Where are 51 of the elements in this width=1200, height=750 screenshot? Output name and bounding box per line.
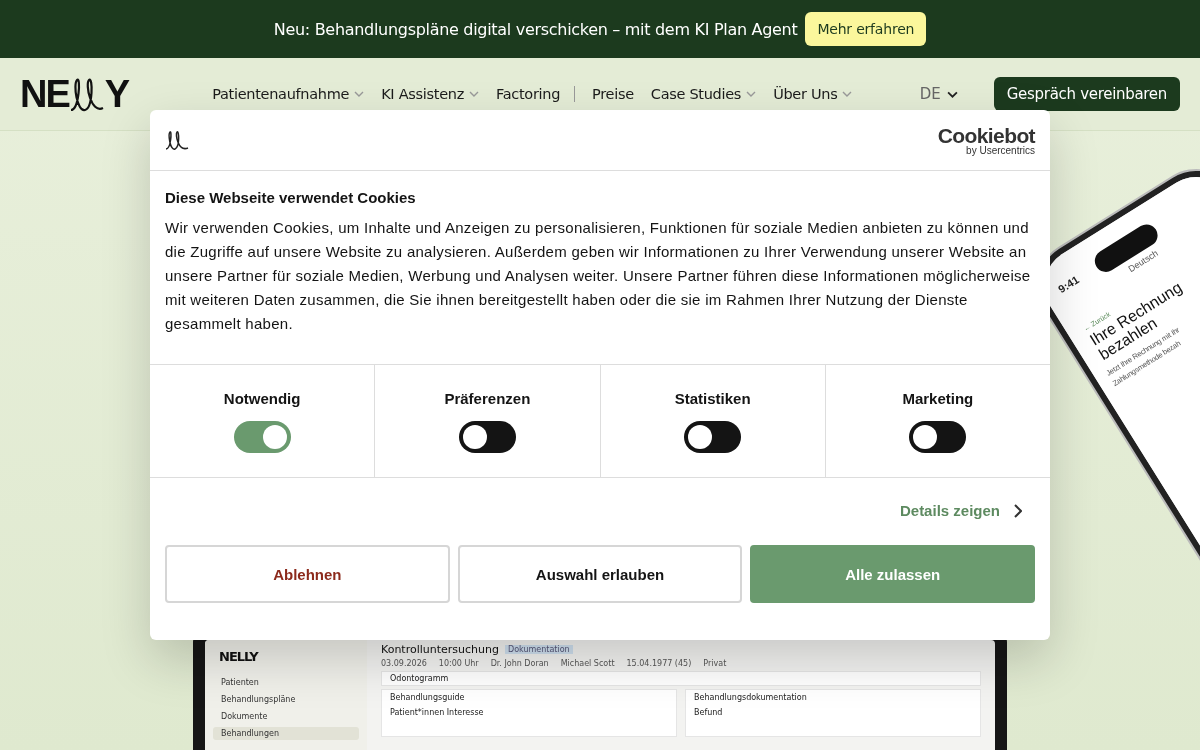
cookiebot-logo: Cookiebot by Usercentrics [937, 124, 1035, 156]
status-tag: Dokumentation [505, 645, 573, 654]
card-title: Behandlungsdokumentation [694, 693, 807, 702]
nav-link[interactable]: Über Uns [773, 86, 853, 102]
meta-text: 15.04.1977 (45) [626, 659, 692, 668]
chevron-down-icon [746, 91, 757, 97]
consent-button[interactable]: Auswahl erlauben [457, 545, 743, 603]
language-selector[interactable]: DE [919, 85, 958, 103]
book-call-button[interactable]: Gespräch vereinbaren [993, 77, 1180, 111]
category-label: Notwendig [223, 390, 301, 407]
meta-text: 10:00 Uhr [438, 659, 479, 668]
toggle-switch[interactable] [909, 421, 967, 453]
nav-link[interactable]: KI Assistenz [381, 86, 479, 102]
card-text: Patient*innen Interesse [390, 708, 484, 717]
dialog-text: Wir verwenden Cookies, um Inhalte und Anzeigen zu personalisieren, Funktionen für soziale Medien anbieten zu können und die Zugriffe auf unsere Website zu analysieren. Außerdem geben wir Informationen zu Ihrer Verwendung unserer Website an unsere Partner für soziale Medien, Werbung und Analysen weiter. Unsere Partner führen diese Informationen möglicherweise mit weiteren Daten zusammen, die Sie ihnen bereitgestellt haben oder die sie im Rahmen Ihrer Nutzung der Dienste gesammelt haben. [165, 218, 1032, 334]
toggle-switch[interactable] [684, 421, 742, 453]
chevron-down-icon [468, 91, 479, 97]
toggle-switch[interactable] [233, 421, 291, 453]
meta-text: 03.09.2026 [381, 659, 427, 668]
sidebar-item[interactable]: Behandlungen [213, 727, 359, 740]
meta-text: Michael Scott [560, 659, 615, 668]
panel-title: Odontogramm [390, 674, 449, 683]
meta-text: Privat [703, 659, 727, 668]
sidebar-item[interactable]: Patienten [213, 676, 359, 689]
chevron-right-icon [1014, 503, 1022, 518]
dialog-title: Diese Webseite verwendet Cookies [165, 189, 417, 206]
nav-link[interactable]: Patientenaufnahme [212, 86, 365, 102]
sidebar-item[interactable]: Behandlungspläne [213, 693, 359, 706]
category-label: Präferenzen [444, 390, 531, 407]
chevron-down-icon [946, 90, 958, 98]
sidebar-item[interactable]: Dokumente [213, 710, 359, 723]
consent-button[interactable]: Ablehnen [165, 545, 450, 603]
nav-link[interactable]: Case Studies [650, 86, 757, 102]
status-time: 9:41 [1056, 273, 1082, 296]
nav-link[interactable]: Factoring [495, 86, 576, 102]
nelly-logo[interactable]: NE Y [20, 74, 129, 114]
chevron-down-icon [842, 91, 853, 97]
page-title: Kontrolluntersuchung [381, 643, 499, 656]
card-title: Behandlungsguide [390, 693, 465, 702]
category-label: Marketing [902, 390, 974, 407]
meta-text: Dr. John Doran [490, 659, 549, 668]
toggle-switch[interactable] [458, 421, 516, 453]
details-link[interactable]: Details zeigen [899, 502, 1022, 519]
category-label: Statistiken [674, 390, 751, 407]
brand-logo-icon [165, 128, 189, 152]
learn-more-button[interactable]: Mehr erfahren [805, 12, 927, 46]
nav-link[interactable]: Preise [592, 86, 634, 102]
announcement-text: Neu: Behandlungspläne digital verschicken – mit dem KI Plan Agent [273, 19, 798, 39]
app-logo: NELLY [219, 649, 258, 664]
card-text: Befund [694, 708, 723, 717]
chevron-down-icon [354, 91, 365, 97]
